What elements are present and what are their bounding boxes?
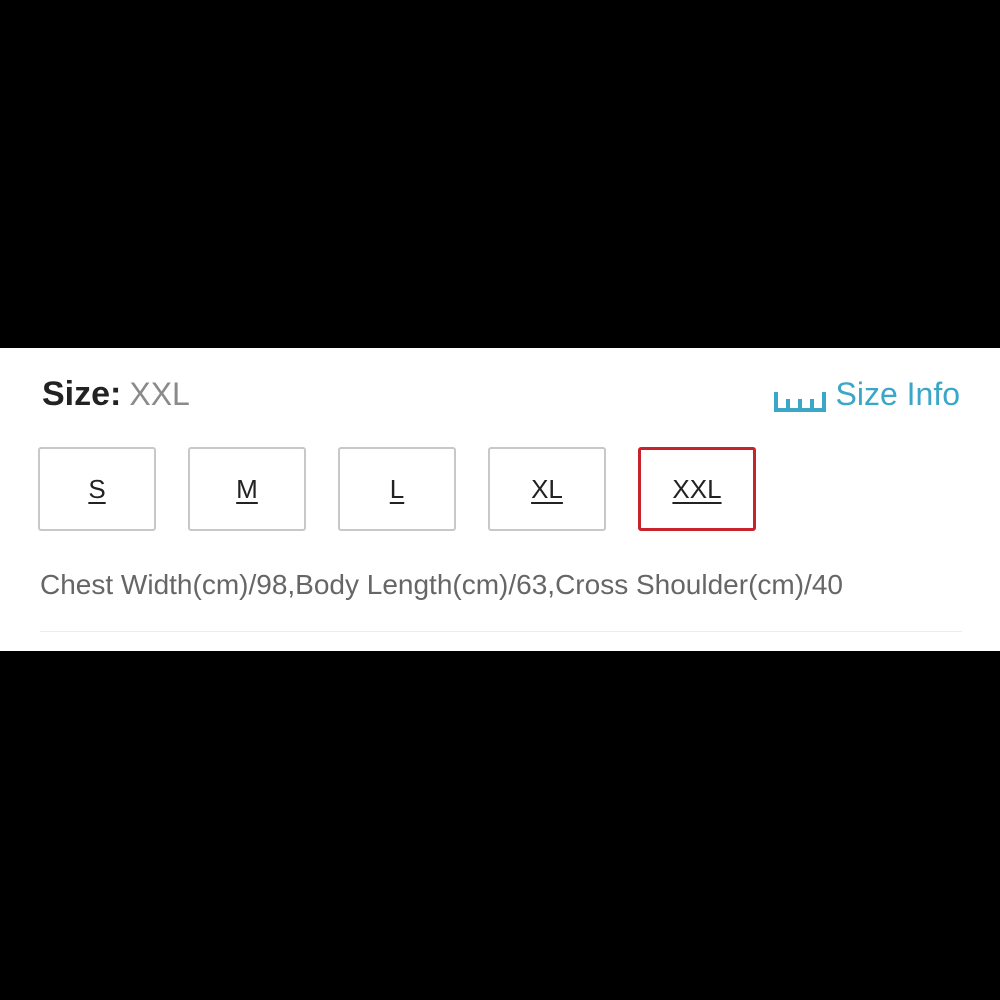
size-measurements: Chest Width(cm)/98,Body Length(cm)/63,Cr… xyxy=(40,569,843,600)
selected-size-value: XXL xyxy=(129,376,190,412)
size-option-s[interactable]: S xyxy=(38,447,156,531)
size-info-label: Size Info xyxy=(835,376,960,412)
size-heading: Size: XXL xyxy=(42,372,190,416)
size-option-xl[interactable]: XL xyxy=(488,447,606,531)
size-option-l[interactable]: L xyxy=(338,447,456,531)
size-options: S M L XL XXL xyxy=(38,447,788,531)
size-option-xxl[interactable]: XXL xyxy=(638,447,756,531)
ruler-icon xyxy=(773,381,827,412)
size-info-link[interactable]: Size Info xyxy=(773,372,960,416)
size-label: Size: xyxy=(42,375,122,413)
divider xyxy=(40,631,962,632)
size-option-m[interactable]: M xyxy=(188,447,306,531)
